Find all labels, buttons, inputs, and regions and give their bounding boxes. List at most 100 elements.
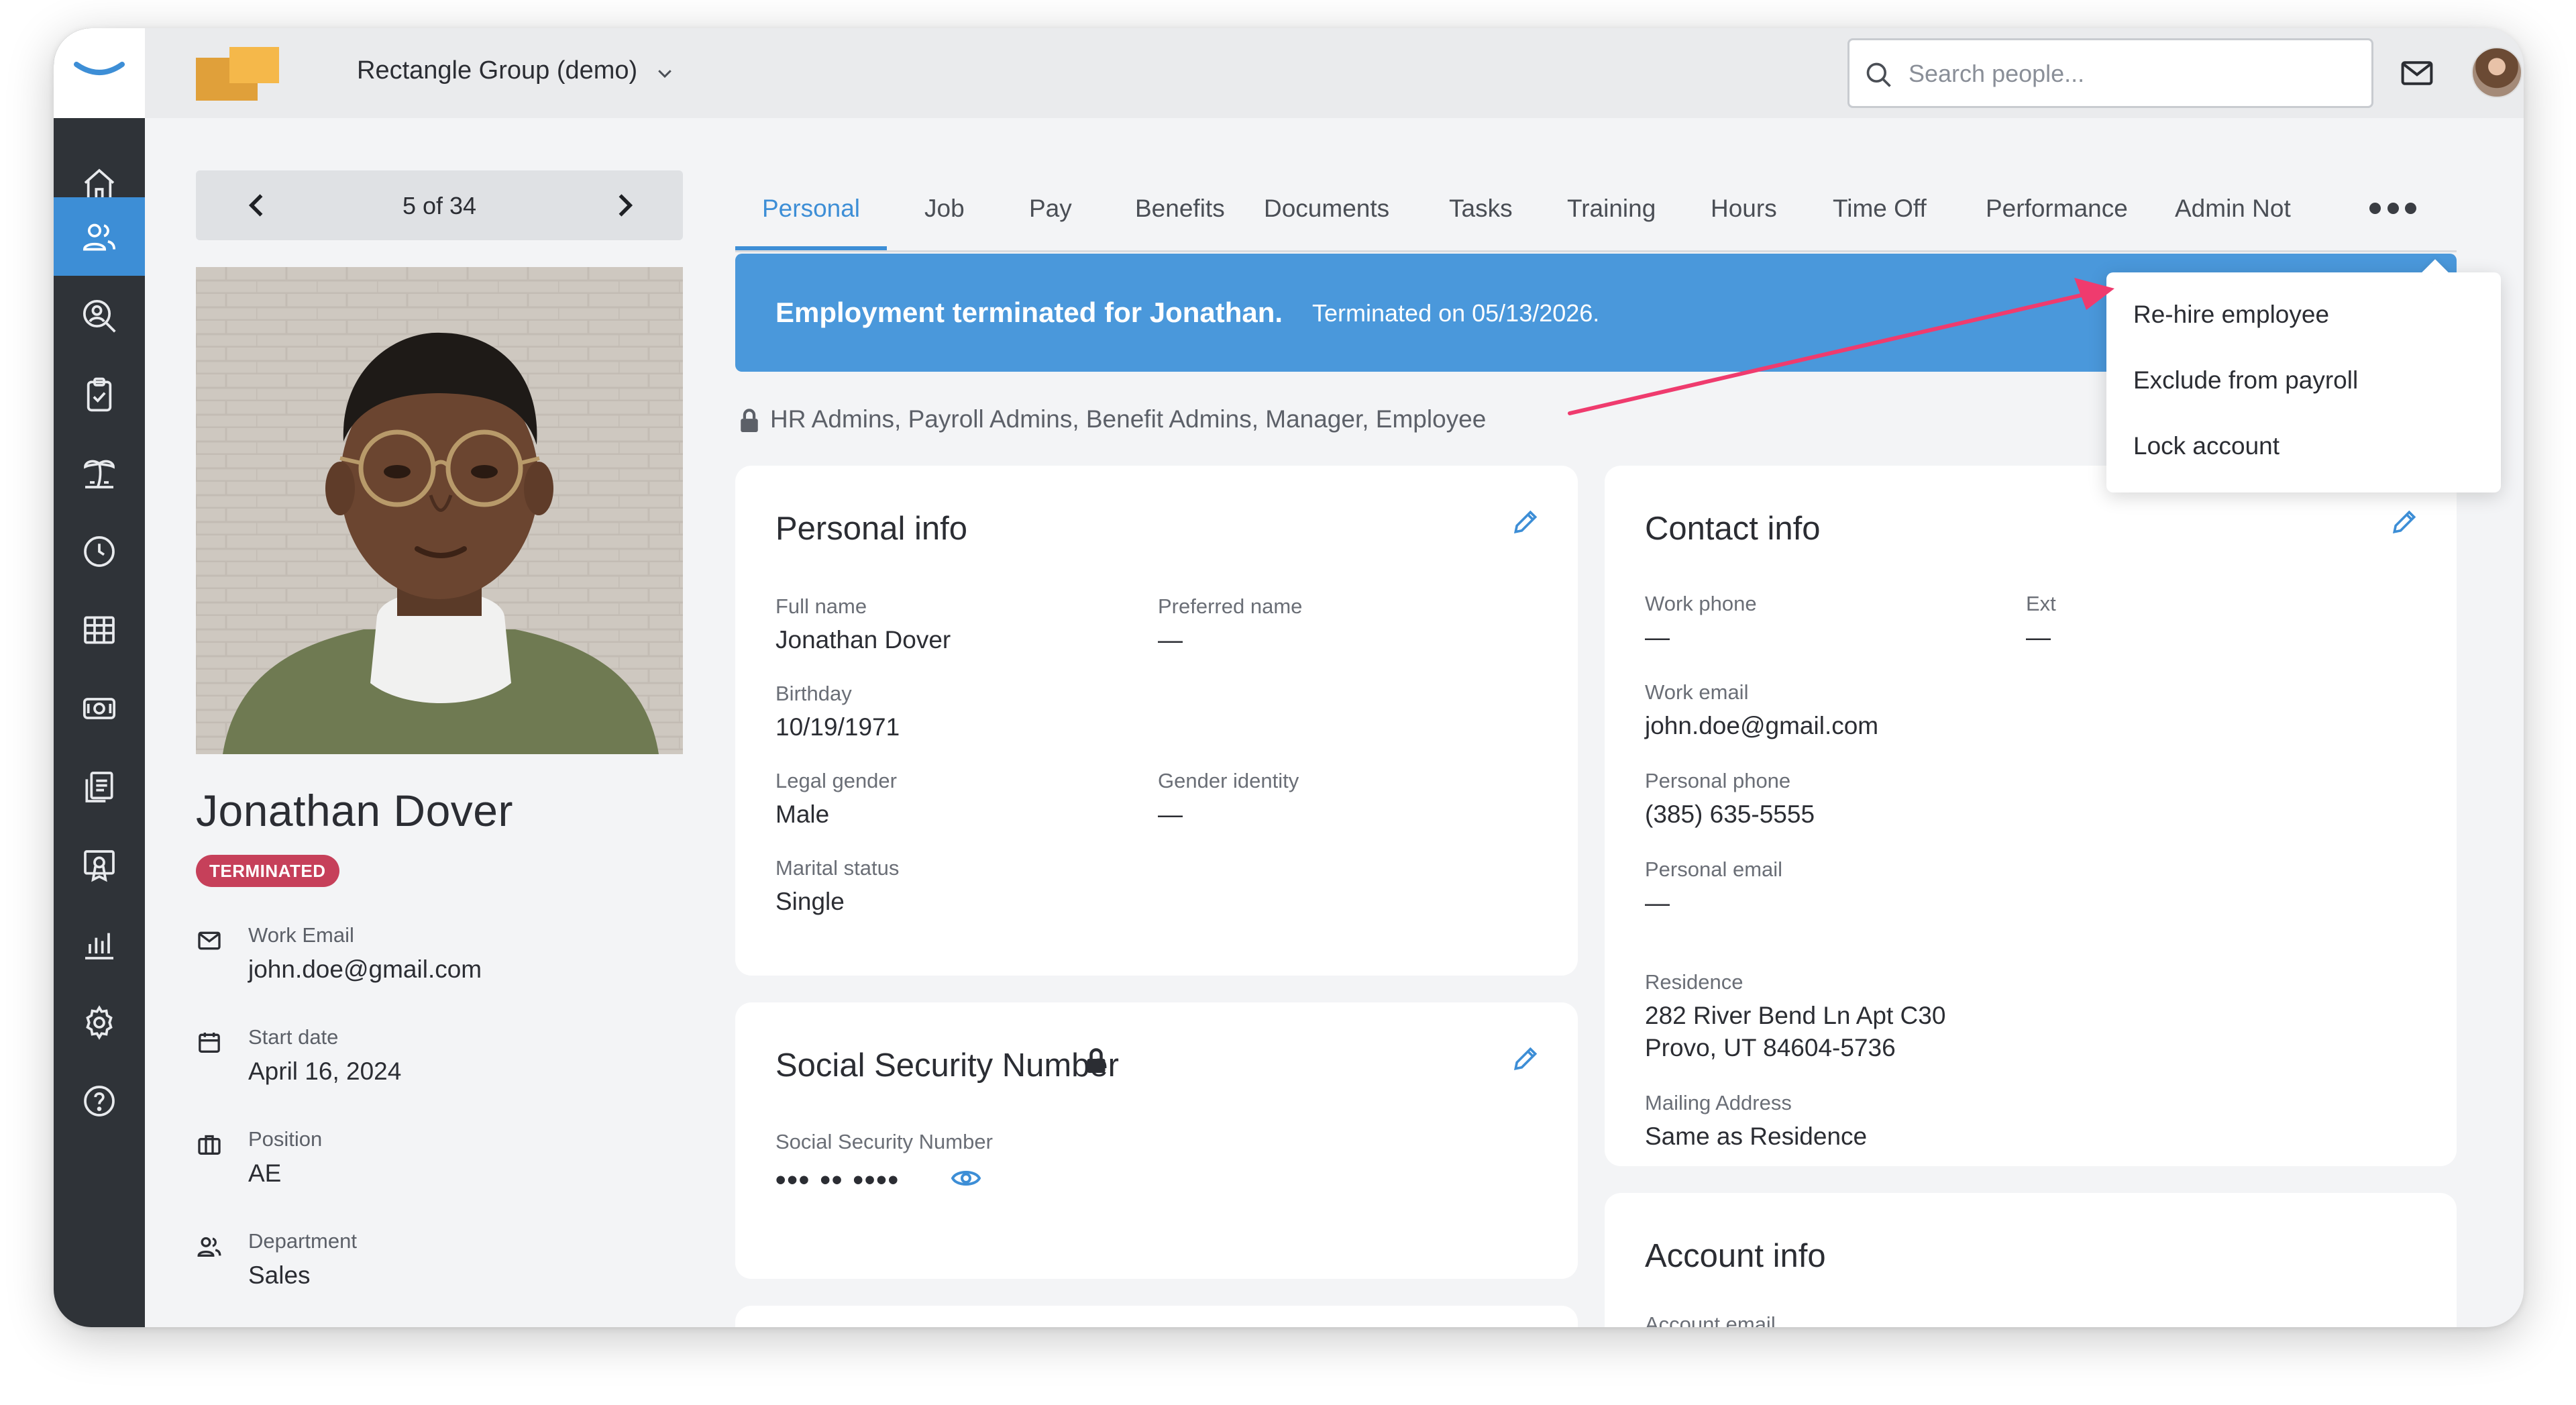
full-name-value: Jonathan Dover — [775, 626, 951, 654]
app-logo[interactable] — [54, 28, 145, 118]
start-date-value: April 16, 2024 — [248, 1057, 402, 1085]
search-input[interactable] — [1909, 55, 2351, 93]
search-box[interactable] — [1847, 38, 2373, 108]
sidebar-item-training[interactable] — [54, 826, 145, 904]
mail-icon — [198, 931, 221, 950]
tab-documents[interactable]: Documents — [1264, 195, 1389, 223]
work-email-label: Work email — [1645, 680, 1749, 704]
beach-icon — [84, 460, 115, 488]
sidebar-item-analytics[interactable] — [54, 904, 145, 983]
tab-admin-notes[interactable]: Admin Not — [2175, 195, 2291, 223]
sidebar-item-people[interactable] — [54, 197, 145, 276]
tab-training[interactable]: Training — [1567, 195, 1656, 223]
app-window: Rectangle Group (demo) 5 of 34 — [54, 28, 2524, 1327]
chevron-down-icon[interactable] — [655, 63, 675, 83]
top-bar: Rectangle Group (demo) — [145, 28, 2524, 118]
sidebar-item-payroll[interactable] — [54, 669, 145, 747]
work-email-value[interactable]: john.doe@gmail.com — [248, 955, 482, 984]
sidebar — [54, 28, 145, 1327]
sidebar-item-reports-table[interactable] — [54, 590, 145, 669]
banner-subtitle: Terminated on 05/13/2026. — [1312, 299, 1600, 327]
documents-icon — [85, 771, 113, 802]
people-search-icon — [83, 299, 116, 333]
work-email-value[interactable]: john.doe@gmail.com — [1645, 710, 1878, 742]
account-email-field: Account email — [1645, 1312, 1776, 1327]
search-icon — [1866, 62, 1891, 87]
tab-benefits[interactable]: Benefits — [1135, 195, 1225, 223]
sidebar-item-documents[interactable] — [54, 747, 145, 826]
tab-hours[interactable]: Hours — [1711, 195, 1777, 223]
personal-phone-label: Personal phone — [1645, 769, 1791, 792]
banner-title: Employment terminated for Jonathan. — [775, 297, 1283, 328]
mailing-address-field: Mailing Address Same as Residence — [1645, 1091, 1867, 1153]
mail-icon[interactable] — [2399, 55, 2435, 91]
clipboard-check-icon — [87, 377, 112, 411]
tab-tasks[interactable]: Tasks — [1449, 195, 1513, 223]
company-switcher-label[interactable]: Rectangle Group (demo) — [357, 56, 637, 85]
preferred-name-field: Preferred name — — [1158, 594, 1302, 656]
legal-gender-label: Legal gender — [775, 769, 897, 792]
account-info-card: Account info Account email — [1605, 1193, 2457, 1327]
sidebar-item-hours[interactable] — [54, 512, 145, 590]
sidebar-item-tasks[interactable] — [54, 355, 145, 433]
department-row: Department Sales — [196, 1222, 683, 1296]
additional-card — [735, 1306, 1578, 1327]
legal-gender-field: Legal gender Male — [775, 769, 897, 831]
tab-job[interactable]: Job — [924, 195, 965, 223]
more-options-button[interactable] — [2369, 195, 2416, 221]
ssn-card: Social Security Number Social Security N… — [735, 1002, 1578, 1279]
sidebar-item-help[interactable] — [54, 1061, 145, 1140]
certificate-icon — [84, 849, 115, 882]
mailing-address-label: Mailing Address — [1645, 1091, 1792, 1114]
eye-icon[interactable] — [950, 1162, 982, 1194]
ssn-field-label: Social Security Number — [775, 1130, 993, 1154]
active-tab-indicator — [735, 246, 887, 250]
company-logo — [196, 47, 279, 101]
chevron-right-icon[interactable] — [609, 191, 639, 220]
position-value: AE — [248, 1159, 282, 1187]
residence-field: Residence 282 River Bend Ln Apt C30 Prov… — [1645, 970, 1945, 1064]
personal-email-field: Personal email — — [1645, 857, 1782, 919]
menu-item-exclude-payroll[interactable]: Exclude from payroll — [2133, 366, 2358, 395]
personal-email-value: — — [1645, 889, 1670, 917]
sidebar-item-time-off[interactable] — [54, 433, 145, 512]
tab-pay[interactable]: Pay — [1029, 195, 1072, 223]
contact-info-card: Contact info Work phone — Ext — Work ema… — [1605, 466, 2457, 1166]
work-email-label: Work Email — [248, 923, 354, 947]
menu-item-lock-account[interactable]: Lock account — [2133, 432, 2279, 460]
personal-info-title: Personal info — [775, 511, 968, 547]
people-icon — [197, 1237, 221, 1257]
tab-time-off[interactable]: Time Off — [1833, 195, 1927, 223]
sidebar-item-people-search[interactable] — [54, 276, 145, 355]
preferred-name-label: Preferred name — [1158, 594, 1303, 618]
position-label: Position — [248, 1127, 323, 1151]
people-icon — [83, 223, 116, 251]
personal-email-label: Personal email — [1645, 857, 1783, 881]
pencil-icon[interactable] — [1511, 1044, 1540, 1074]
personal-phone-field: Personal phone (385) 635-5555 — [1645, 769, 1815, 831]
money-icon — [83, 697, 116, 719]
user-avatar[interactable] — [2471, 47, 2522, 98]
gear-icon — [86, 1004, 113, 1040]
access-roles: HR Admins, Payroll Admins, Benefit Admin… — [770, 405, 1487, 433]
pencil-icon[interactable] — [2390, 507, 2419, 537]
sidebar-item-settings[interactable] — [54, 983, 145, 1061]
preferred-name-value: — — [1158, 626, 1183, 654]
menu-item-rehire[interactable]: Re-hire employee — [2133, 301, 2329, 329]
personal-info-card: Personal info Full name Jonathan Dover P… — [735, 466, 1578, 976]
work-email-row: Work Email john.doe@gmail.com — [196, 917, 683, 990]
help-icon — [84, 1085, 115, 1116]
ssn-label: Social Security Number — [775, 1130, 993, 1153]
clock-icon — [84, 535, 115, 567]
tab-personal[interactable]: Personal — [762, 195, 860, 223]
tab-performance[interactable]: Performance — [1986, 195, 2128, 223]
account-info-title: Account info — [1645, 1238, 1826, 1274]
contact-info-title: Contact info — [1645, 511, 1821, 547]
ext-field: Ext — — [2026, 592, 2056, 654]
employee-photo — [196, 267, 683, 754]
pencil-icon[interactable] — [1511, 507, 1540, 537]
briefcase-icon — [198, 1135, 221, 1155]
marital-status-value: Single — [775, 888, 845, 915]
ext-value: — — [2026, 623, 2051, 651]
work-phone-label: Work phone — [1645, 592, 1757, 615]
